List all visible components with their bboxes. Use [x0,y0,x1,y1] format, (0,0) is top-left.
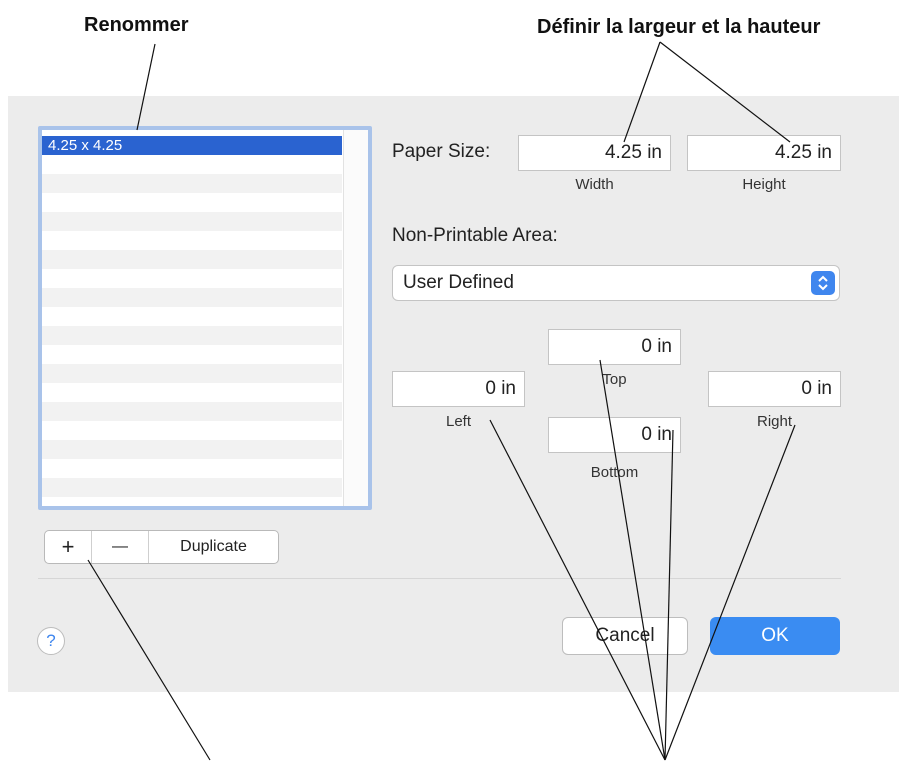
margin-leader-line-left [489,419,666,761]
margin-leader-line-bottom [664,429,674,761]
annotation-lines [87,41,796,761]
margin-leader-line-top [599,359,666,761]
add-leader-line [87,559,211,761]
margin-leader-line-right [664,424,796,761]
size-leader-line-height [659,41,791,143]
size-leader-line-width [623,41,661,143]
rename-leader-line [136,43,156,131]
